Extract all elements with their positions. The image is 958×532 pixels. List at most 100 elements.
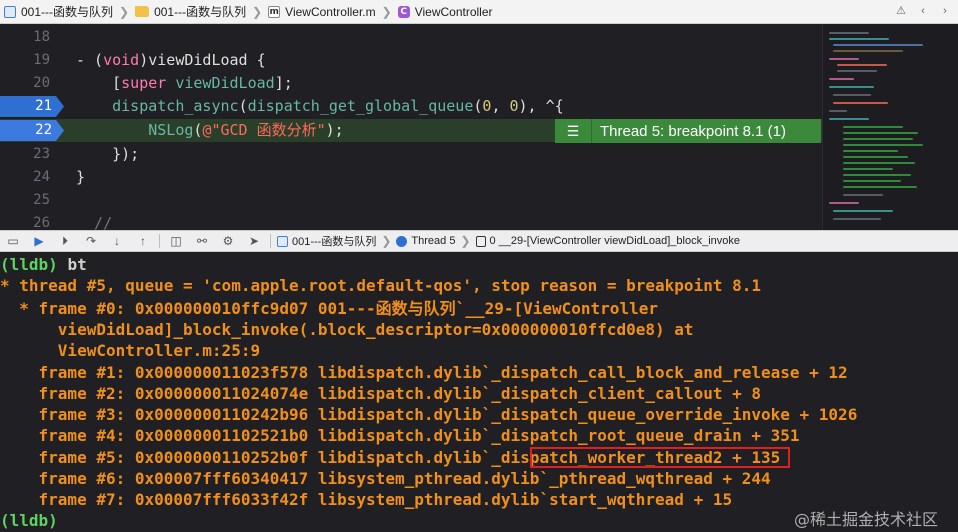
jump-bar-class[interactable]: C ViewController bbox=[394, 5, 497, 19]
line-number: 25 bbox=[33, 192, 50, 208]
line-number: 23 bbox=[33, 146, 50, 162]
thread-icon bbox=[396, 235, 408, 247]
console-output-line: frame #1: 0x000000011023f578 libdispatch… bbox=[0, 363, 848, 382]
console-output-line: frame #6: 0x00007fff60340417 libsystem_p… bbox=[0, 469, 771, 488]
code-token: )viewDidLoad { bbox=[139, 51, 266, 69]
step-into-icon[interactable]: ↓ bbox=[104, 231, 130, 251]
breakpoints-toggle-icon[interactable]: ▶ bbox=[26, 231, 52, 251]
minimap[interactable] bbox=[822, 24, 958, 230]
jump-bar-file-label: ViewController.m bbox=[285, 4, 376, 19]
step-over-icon[interactable]: ↷ bbox=[78, 231, 104, 251]
debug-crumb-project[interactable]: 001---函数与队列 bbox=[274, 233, 379, 249]
console-output-line: viewDidLoad]_block_invoke(.block_descrip… bbox=[0, 320, 694, 339]
jump-bar-folder-label: 001---函数与队列 bbox=[154, 5, 247, 19]
folder-icon bbox=[135, 6, 150, 17]
view-hierarchy-icon[interactable]: ◫ bbox=[163, 231, 189, 251]
debug-crumb-project-label: 001---函数与队列 bbox=[292, 236, 377, 248]
code-token: [ bbox=[76, 74, 122, 92]
console-output-line: frame #3: 0x0000000110242b96 libdispatch… bbox=[0, 405, 858, 424]
lldb-prompt: (lldb) bbox=[0, 255, 58, 274]
thread-badge-label: Thread 5: breakpoint 8.1 (1) bbox=[600, 122, 786, 140]
environment-overrides-icon[interactable]: ⚙ bbox=[215, 231, 241, 251]
jump-bar-file[interactable]: m ViewController.m bbox=[264, 5, 379, 19]
code-token: ), ^{ bbox=[518, 97, 564, 115]
code-line: 24 } bbox=[0, 166, 822, 189]
console-output-line: * thread #5, queue = 'com.apple.root.def… bbox=[0, 276, 761, 295]
line-number: 18 bbox=[33, 29, 50, 45]
code-text: NSLog(@"GCD 函数分析"); bbox=[76, 119, 343, 142]
code-token: , bbox=[491, 97, 510, 115]
console-output-line: * frame #0: 0x000000010ffc9d07 001---函数与… bbox=[0, 299, 658, 318]
code-token: ( bbox=[238, 97, 248, 115]
line-number: 26 bbox=[33, 215, 50, 230]
warning-icon[interactable]: ⚠ bbox=[894, 3, 908, 19]
code-line: 21 dispatch_async(dispatch_get_global_qu… bbox=[0, 95, 822, 118]
line-number: 22 bbox=[35, 122, 52, 138]
line-number: 21 bbox=[35, 98, 52, 114]
code-line: 20 [super viewDidLoad]; bbox=[0, 72, 822, 95]
code-text: - (void)viewDidLoad { bbox=[76, 49, 266, 72]
code-number: 0 bbox=[509, 97, 519, 115]
jump-bar-project-label: 001---函数与队列 bbox=[21, 5, 114, 19]
objc-file-icon: m bbox=[268, 5, 281, 18]
code-text: [super viewDidLoad]; bbox=[76, 72, 293, 95]
debug-crumb-thread[interactable]: Thread 5 bbox=[393, 235, 458, 247]
jump-bar-class-label: ViewController bbox=[414, 4, 493, 19]
watermark: @稀土掘金技术社区 bbox=[793, 510, 938, 529]
debug-crumb-frame-label: 0 __29-[ViewController viewDidLoad]_bloc… bbox=[489, 235, 741, 247]
code-token: - ( bbox=[76, 51, 104, 69]
code-line: 26 // bbox=[0, 212, 822, 230]
continue-icon[interactable]: ⏵ bbox=[52, 231, 78, 251]
memory-graph-icon[interactable]: ⚯ bbox=[189, 231, 215, 251]
debug-crumb-thread-label: Thread 5 bbox=[411, 235, 456, 247]
hide-debug-area-icon[interactable]: ▭ bbox=[0, 231, 26, 251]
code-function: viewDidLoad bbox=[175, 74, 275, 92]
code-token: ]; bbox=[274, 74, 293, 92]
chevron-right-icon[interactable]: › bbox=[938, 3, 952, 19]
breakpoint-marker[interactable]: 21 bbox=[0, 96, 64, 117]
jump-bar-project[interactable]: 001---函数与队列 bbox=[0, 3, 117, 20]
code-keyword: super bbox=[121, 74, 167, 92]
project-icon bbox=[277, 235, 288, 247]
code-comment: // bbox=[76, 214, 113, 230]
line-number: 19 bbox=[33, 52, 50, 68]
code-text: dispatch_async(dispatch_get_global_queue… bbox=[76, 95, 564, 118]
list-icon[interactable]: ☰ bbox=[555, 119, 592, 143]
console-command: bt bbox=[67, 255, 87, 274]
console-output-line: ViewController.m:25:9 bbox=[0, 341, 261, 360]
lldb-prompt: (lldb) bbox=[0, 511, 58, 530]
debug-bar: ▭ ▶ ⏵ ↷ ↓ ↑ ◫ ⚯ ⚙ ➤ 001---函数与队列 ❯ Thread… bbox=[0, 230, 958, 252]
divider bbox=[159, 234, 160, 248]
debug-crumb-frame[interactable]: 0 __29-[ViewController viewDidLoad]_bloc… bbox=[473, 235, 744, 247]
code-function: NSLog bbox=[148, 121, 194, 139]
code-line: 19 - (void)viewDidLoad { bbox=[0, 49, 822, 72]
console-output-line: frame #4: 0x00000001102521b0 libdispatch… bbox=[0, 426, 800, 445]
highlight-box bbox=[530, 447, 790, 468]
divider bbox=[270, 234, 271, 248]
project-icon bbox=[4, 5, 16, 18]
lldb-console[interactable]: (lldb) bt * thread #5, queue = 'com.appl… bbox=[0, 252, 958, 532]
code-line: 18 bbox=[0, 26, 822, 49]
jump-bar-folder[interactable]: 001---函数与队列 bbox=[131, 3, 250, 20]
breakpoint-marker[interactable]: 22 bbox=[0, 120, 64, 141]
thread-breakpoint-badge[interactable]: ☰ Thread 5: breakpoint 8.1 (1) bbox=[555, 119, 821, 143]
jump-bar: 001---函数与队列 ❯ 001---函数与队列 ❯ m ViewContro… bbox=[0, 0, 958, 24]
code-string: @"GCD 函数分析" bbox=[202, 121, 326, 139]
console-end-prompt: (lldb) bbox=[0, 510, 58, 531]
code-text: }); bbox=[76, 145, 140, 163]
console-command-line: (lldb) bt bbox=[0, 254, 87, 275]
code-line: 25 bbox=[0, 189, 822, 212]
code-text: } bbox=[76, 168, 86, 186]
line-number: 24 bbox=[33, 169, 50, 185]
stack-frame-icon bbox=[475, 235, 486, 247]
code-function: dispatch_get_global_queue bbox=[247, 97, 474, 115]
line-number: 20 bbox=[33, 75, 50, 91]
code-editor[interactable]: 18 19 - (void)viewDidLoad { 20 [super vi… bbox=[0, 24, 958, 230]
simulate-location-icon[interactable]: ➤ bbox=[241, 231, 267, 251]
chevron-left-icon[interactable]: ‹ bbox=[916, 3, 930, 19]
code-line: 23 }); bbox=[0, 143, 822, 166]
step-out-icon[interactable]: ↑ bbox=[130, 231, 156, 251]
